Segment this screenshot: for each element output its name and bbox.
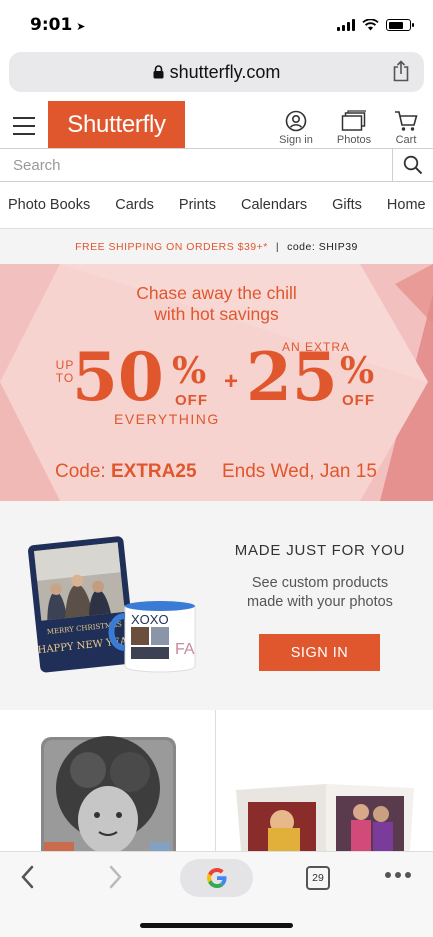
cart-button[interactable]: Cart bbox=[381, 110, 431, 146]
promo-code: code: SHIP39 bbox=[287, 240, 358, 253]
browser-toolbar: 29 bbox=[0, 851, 433, 937]
photos-icon bbox=[341, 110, 366, 131]
hero-ends: Ends Wed, Jan 15 bbox=[222, 461, 377, 482]
hero-banner[interactable]: Chase away the chill with hot savings UP… bbox=[0, 264, 433, 501]
tabs-button[interactable]: 29 bbox=[306, 866, 330, 890]
more-icon[interactable] bbox=[384, 870, 412, 880]
hero-off-2: OFF bbox=[342, 392, 375, 409]
lock-icon bbox=[153, 65, 164, 79]
hero-headline-1: Chase away the chill bbox=[136, 283, 297, 303]
sign-in-button[interactable]: SIGN IN bbox=[259, 634, 380, 671]
share-icon[interactable] bbox=[392, 60, 410, 82]
tile-card-photo[interactable] bbox=[0, 710, 215, 851]
battery-icon bbox=[386, 19, 414, 31]
hero-discount-50: 50 bbox=[72, 338, 164, 416]
category-nav: Photo Books Cards Prints Calendars Gifts… bbox=[0, 182, 433, 229]
home-indicator bbox=[140, 923, 293, 928]
url-text: shutterfly.com bbox=[169, 61, 281, 82]
mug-text: XOXO bbox=[131, 612, 169, 627]
address-bar[interactable]: shutterfly.com bbox=[9, 52, 424, 92]
hero-code: Code: EXTRA25 bbox=[55, 461, 197, 483]
google-icon bbox=[206, 868, 226, 888]
promo-divider: | bbox=[275, 240, 280, 253]
hero-plus: + bbox=[224, 368, 239, 395]
hero-off-1: OFF bbox=[175, 392, 208, 409]
location-icon: ➤ bbox=[76, 20, 86, 33]
custom-products-image: MERRY CHRISTMAS HAPPY NEW YEAR XOXO FA bbox=[28, 536, 196, 673]
site-header: Shutterfly Sign in Photos Cart bbox=[0, 101, 433, 153]
mug-side-text: FA bbox=[175, 641, 195, 658]
cart-icon bbox=[395, 111, 418, 131]
user-icon bbox=[285, 110, 307, 132]
menu-icon[interactable] bbox=[13, 117, 35, 141]
search-icon bbox=[403, 155, 423, 175]
nav-item-gifts[interactable]: Gifts bbox=[332, 197, 362, 213]
product-tiles bbox=[0, 710, 433, 851]
signin-header-label: Sign in bbox=[279, 134, 313, 146]
hero-percent-2: % bbox=[340, 350, 375, 392]
made-for-you-title: MADE JUST FOR YOU bbox=[234, 542, 406, 559]
made-for-you-text-line1: See custom products bbox=[251, 575, 389, 591]
cart-label: Cart bbox=[395, 134, 417, 146]
search-bar bbox=[0, 148, 433, 182]
made-for-you-section: MERRY CHRISTMAS HAPPY NEW YEAR XOXO FA M… bbox=[0, 501, 433, 710]
shutterfly-logo[interactable]: Shutterfly bbox=[48, 101, 185, 149]
search-input[interactable] bbox=[0, 149, 392, 181]
nav-item-calendars[interactable]: Calendars bbox=[241, 197, 307, 213]
photos-button[interactable]: Photos bbox=[329, 110, 379, 146]
signin-header-button[interactable]: Sign in bbox=[271, 110, 321, 146]
made-for-you-text: See custom products made with your photo… bbox=[222, 574, 418, 612]
hero-headline-2: with hot savings bbox=[154, 304, 279, 324]
search-button[interactable] bbox=[392, 149, 433, 181]
wifi-icon bbox=[362, 19, 379, 31]
hero-percent-1: % bbox=[172, 350, 207, 392]
hero-code-label: Code: bbox=[55, 461, 106, 482]
hero-code-value: EXTRA25 bbox=[110, 461, 197, 482]
made-for-you-text-line2: made with your photos bbox=[247, 594, 393, 610]
status-bar: 9:01 ➤ bbox=[0, 0, 433, 50]
status-icons bbox=[337, 19, 414, 31]
back-icon[interactable] bbox=[18, 862, 38, 892]
promo-strip[interactable]: FREE SHIPPING ON ORDERS $39+* | code: SH… bbox=[0, 229, 433, 264]
google-button[interactable] bbox=[180, 859, 253, 897]
tile-photo-book[interactable] bbox=[216, 710, 433, 851]
signal-icon bbox=[337, 19, 355, 31]
status-time: 9:01 ➤ bbox=[30, 15, 86, 35]
nav-item-prints[interactable]: Prints bbox=[179, 197, 216, 213]
hero-everything: EVERYTHING bbox=[114, 411, 220, 427]
promo-offer: FREE SHIPPING ON ORDERS $39+* bbox=[75, 240, 268, 253]
forward-icon[interactable] bbox=[105, 862, 125, 892]
nav-item-photo-books[interactable]: Photo Books bbox=[8, 197, 90, 213]
hero-discount-25: 25 bbox=[246, 338, 338, 416]
nav-item-cards[interactable]: Cards bbox=[115, 197, 154, 213]
page: 9:01 ➤ shutterfly.com Shutterfly Sign in … bbox=[0, 0, 433, 937]
photos-label: Photos bbox=[336, 134, 372, 146]
nav-item-home[interactable]: Home bbox=[387, 197, 426, 213]
